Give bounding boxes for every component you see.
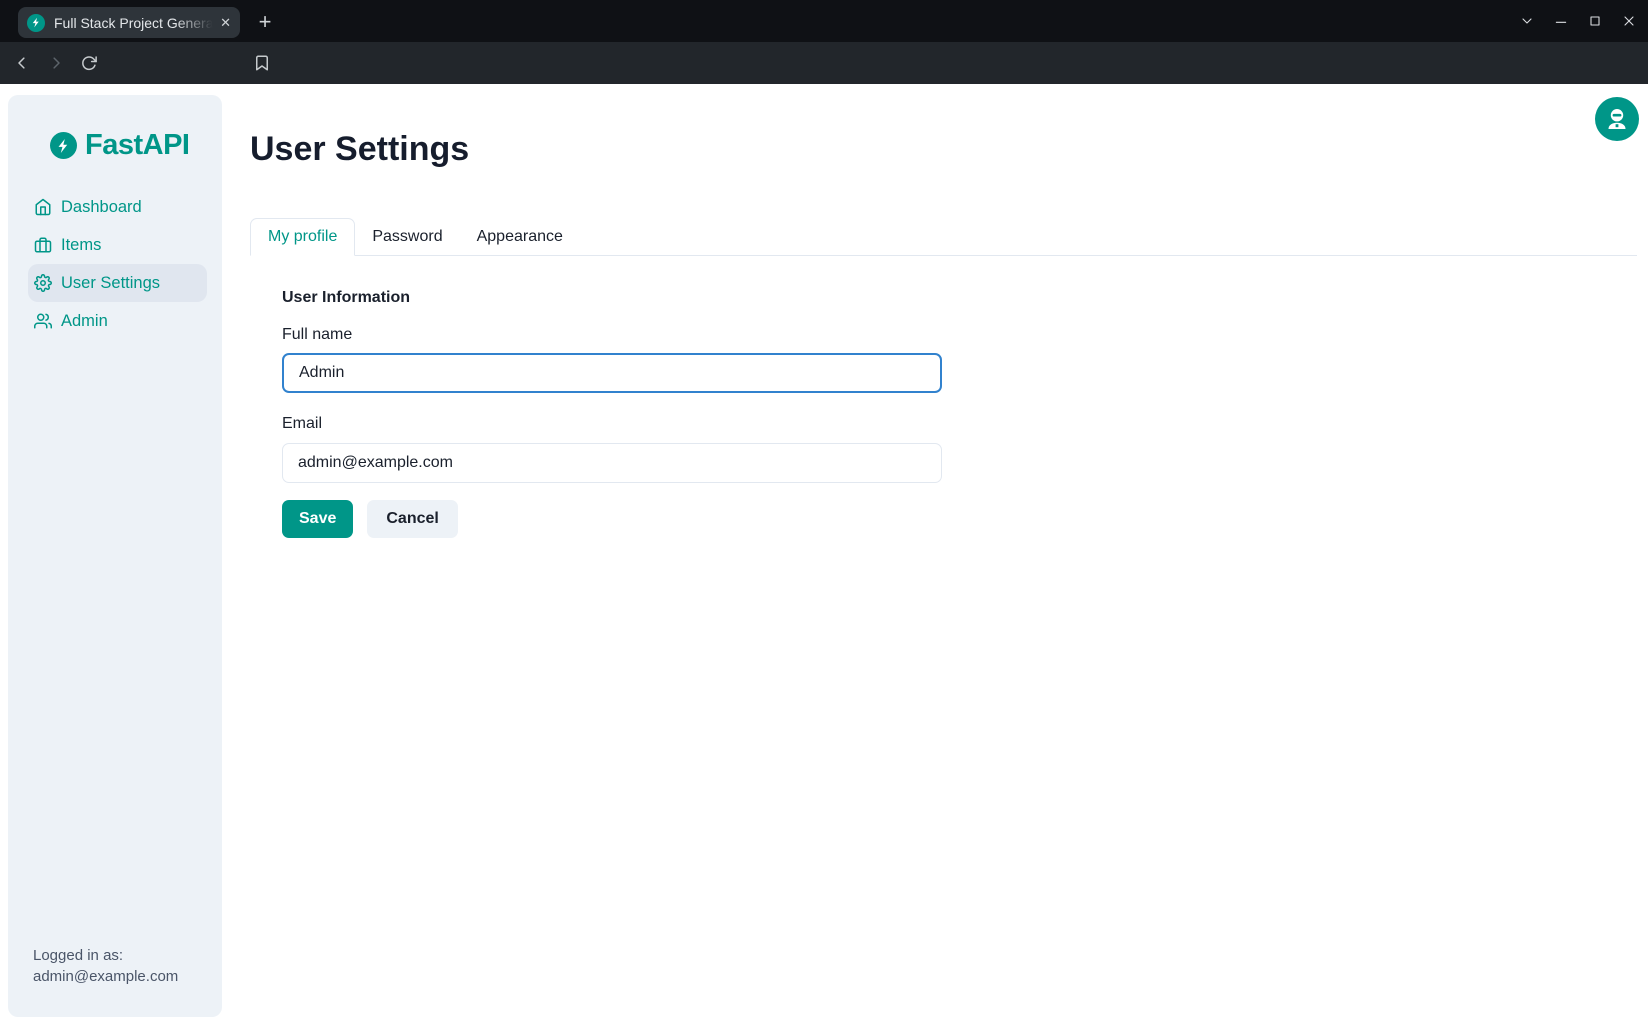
email-label: Email: [282, 415, 322, 433]
bookmark-icon[interactable]: [248, 49, 276, 77]
forward-icon[interactable]: [42, 49, 70, 77]
back-icon[interactable]: [8, 49, 36, 77]
save-button[interactable]: Save: [282, 500, 353, 538]
settings-tabs: My profile Password Appearance: [250, 218, 1637, 256]
browser-tab[interactable]: Full Stack Project Genera ✕: [18, 7, 240, 38]
minimize-window-icon[interactable]: [1551, 11, 1571, 31]
logged-in-label: Logged in as:: [33, 945, 178, 966]
fastapi-favicon-icon: [27, 14, 45, 32]
page-content: FastAPI Dashboard Items User Settings A: [0, 84, 1648, 1025]
logo-text: FastAPI: [85, 129, 189, 162]
full-name-input[interactable]: [282, 353, 942, 393]
browser-toolbar: i localhost /settings: [0, 42, 1648, 84]
sidebar-item-admin[interactable]: Admin: [28, 302, 207, 340]
cancel-button[interactable]: Cancel: [367, 500, 457, 538]
sidebar-item-dashboard[interactable]: Dashboard: [28, 188, 207, 226]
briefcase-icon: [34, 236, 52, 254]
page-title: User Settings: [250, 130, 469, 169]
sidebar-item-label: Items: [61, 236, 101, 255]
fastapi-logo: FastAPI: [50, 129, 189, 162]
app-sidebar: FastAPI Dashboard Items User Settings A: [8, 95, 222, 1017]
section-title: User Information: [282, 289, 410, 307]
user-astronaut-icon: [1605, 107, 1629, 131]
logged-in-email: admin@example.com: [33, 966, 178, 987]
close-tab-icon[interactable]: ✕: [220, 16, 231, 29]
logged-in-footer: Logged in as: admin@example.com: [33, 945, 178, 987]
workspace-chevron-icon[interactable]: [1517, 11, 1537, 31]
sidebar-item-label: User Settings: [61, 274, 160, 293]
maximize-window-icon[interactable]: [1585, 11, 1605, 31]
users-icon: [34, 312, 52, 330]
sidebar-item-label: Admin: [61, 312, 108, 331]
window-controls: [1510, 0, 1646, 42]
sidebar-nav: Dashboard Items User Settings Admin: [28, 188, 207, 340]
full-name-label: Full name: [282, 326, 352, 344]
sidebar-item-items[interactable]: Items: [28, 226, 207, 264]
fastapi-bolt-icon: [50, 132, 77, 159]
sidebar-item-label: Dashboard: [61, 198, 142, 217]
form-actions: Save Cancel: [282, 500, 458, 538]
gear-icon: [34, 274, 52, 292]
sidebar-item-user-settings[interactable]: User Settings: [28, 264, 207, 302]
tab-title: Full Stack Project Genera: [54, 15, 216, 31]
user-menu-button[interactable]: [1595, 97, 1639, 141]
reload-icon[interactable]: [75, 49, 103, 77]
home-icon: [34, 198, 52, 216]
browser-window: Full Stack Project Genera ✕ + i loc: [0, 0, 1648, 1025]
email-input[interactable]: [282, 443, 942, 483]
browser-tab-strip: Full Stack Project Genera ✕ +: [0, 0, 1648, 42]
tab-appearance[interactable]: Appearance: [460, 218, 580, 255]
tab-password[interactable]: Password: [355, 218, 459, 255]
close-window-icon[interactable]: [1619, 11, 1639, 31]
tab-my-profile[interactable]: My profile: [250, 218, 355, 256]
new-tab-button[interactable]: +: [250, 7, 280, 37]
